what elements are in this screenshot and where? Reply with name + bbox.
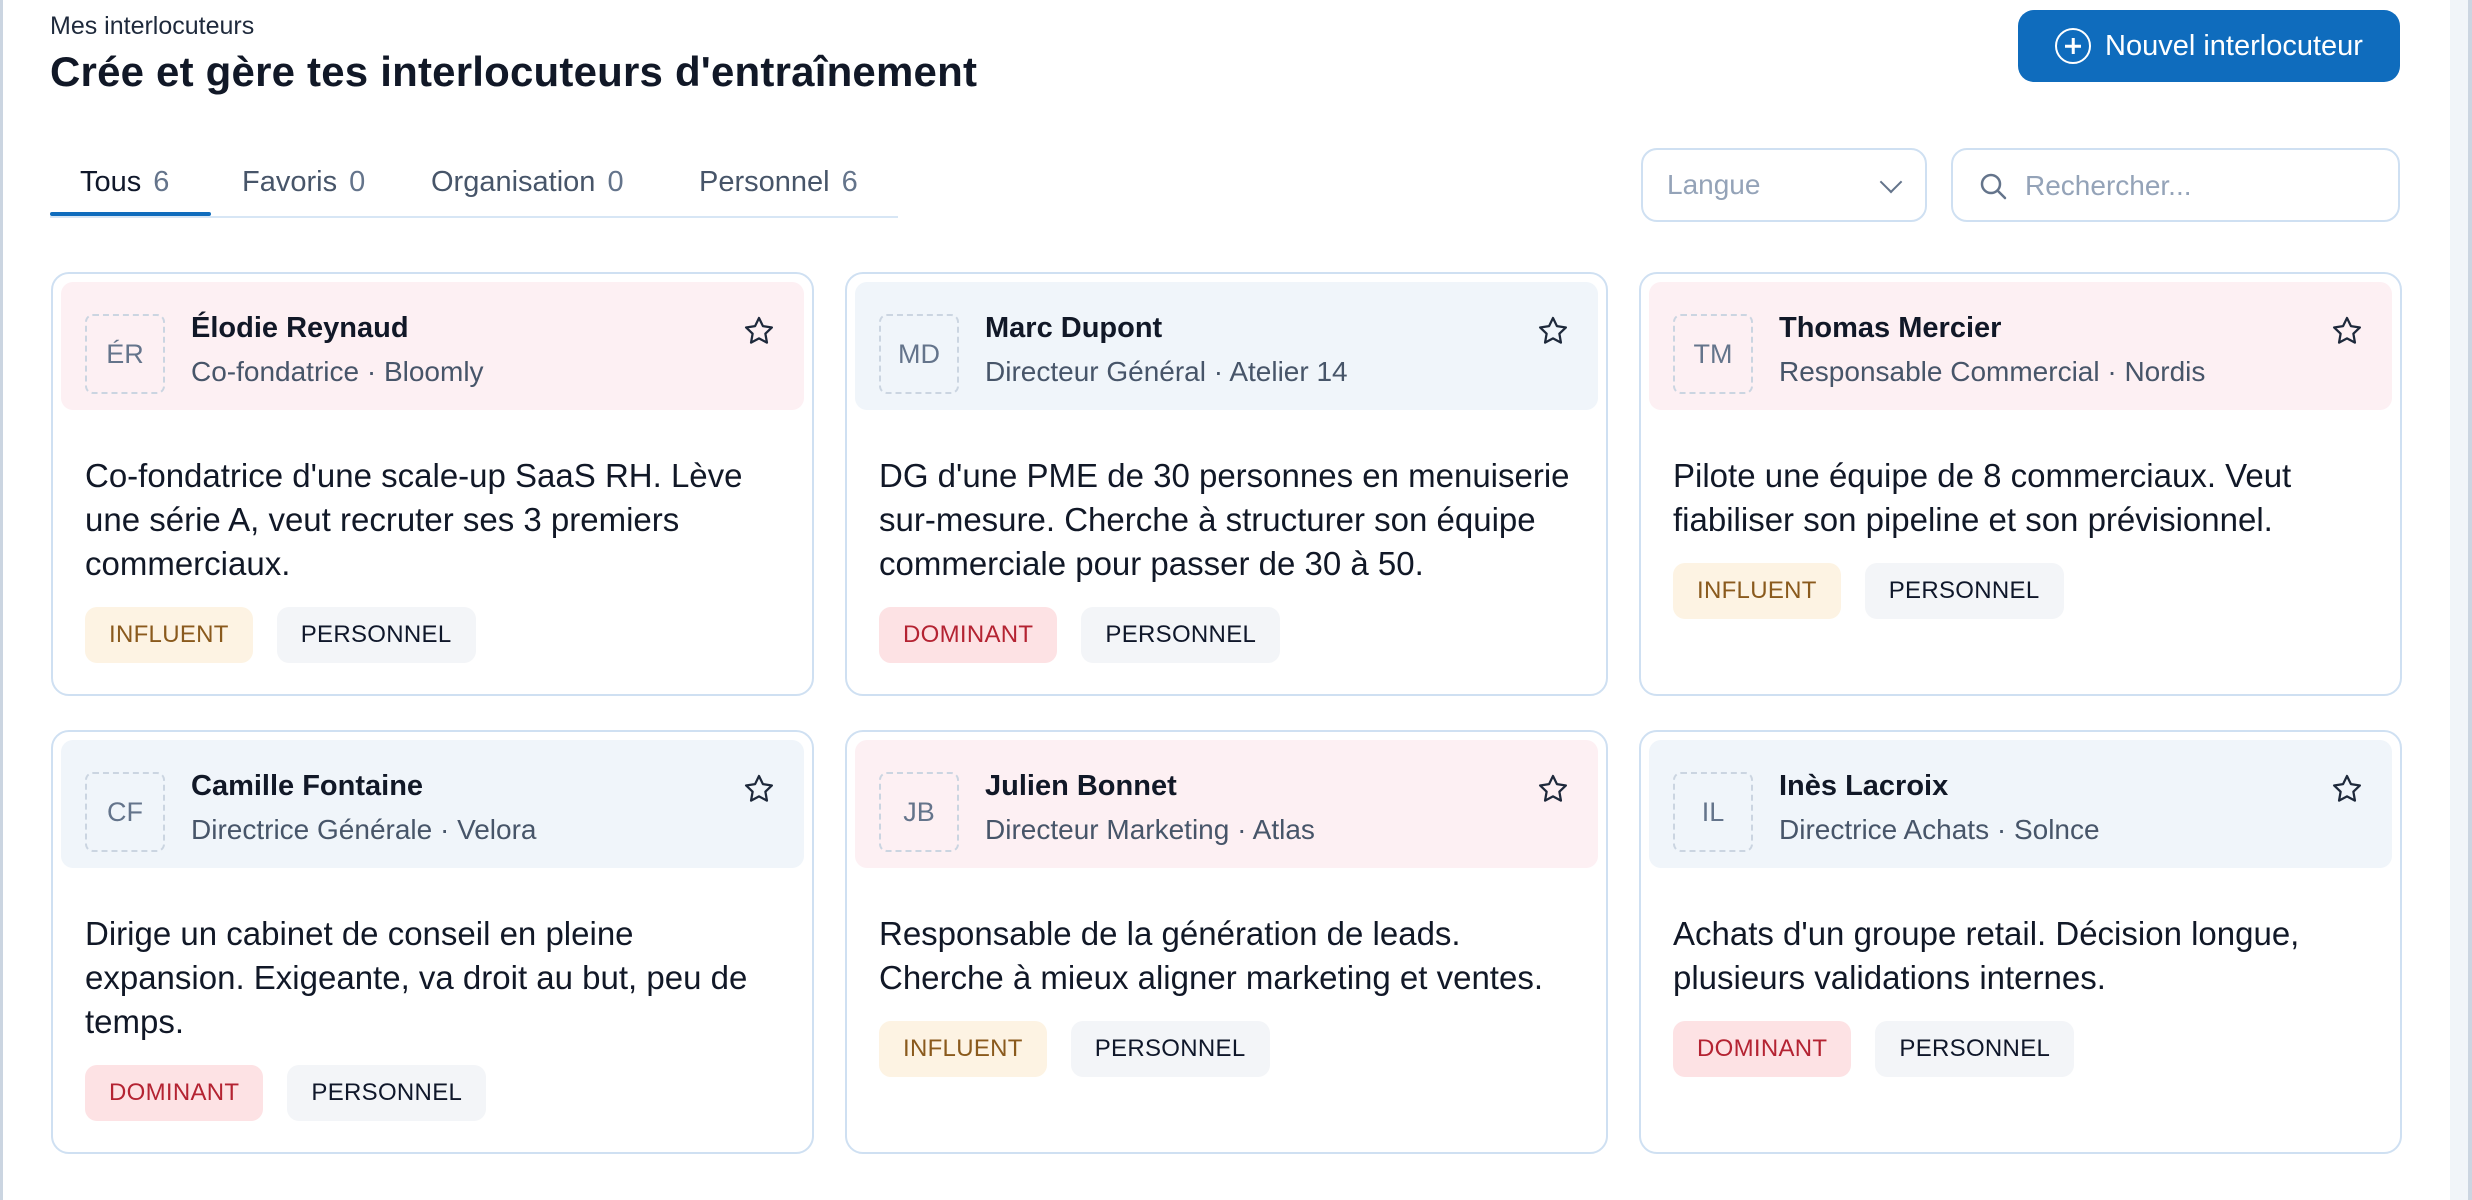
card-name: Thomas Mercier [1779,312,2002,344]
active-tab-indicator [50,212,211,216]
star-icon[interactable] [1536,772,1570,806]
card-header: CF Camille Fontaine Directrice Générale … [61,740,804,868]
tab-count: 6 [841,166,858,198]
tab-count: 0 [607,166,624,198]
card-description: Dirige un cabinet de conseil en pleine e… [85,915,748,1040]
tag-personnel: PERSONNEL [1864,563,2064,619]
tag-dominant: DOMINANT [1673,1021,1852,1077]
card-role: Directrice Générale · Velora [191,814,537,845]
interlocutor-card[interactable]: JB Julien Bonnet Directeur Marketing · A… [845,730,1608,1154]
new-interlocutor-button[interactable]: Nouvel interlocuteur [2018,10,2400,82]
avatar: TM [1673,314,1753,394]
card-tags: INFLUENT PERSONNEL [85,607,476,663]
language-select-placeholder: Langue [1667,169,1761,200]
card-role: Directrice Achats · Solnce [1779,814,2100,845]
tab-label: Tous [80,166,142,198]
tag-dominant: DOMINANT [85,1065,264,1121]
interlocutor-card[interactable]: IL Inès Lacroix Directrice Achats · Soln… [1639,730,2402,1154]
card-name: Élodie Reynaud [191,312,409,344]
card-role: Directeur Général · Atelier 14 [985,356,1348,387]
tag-influent: INFLUENT [879,1021,1047,1077]
search-box [1951,148,2400,222]
tab-label: Organisation [431,166,596,198]
card-tags: DOMINANT PERSONNEL [879,607,1281,663]
card-header: IL Inès Lacroix Directrice Achats · Soln… [1649,740,2392,868]
tag-personnel: PERSONNEL [1875,1021,2075,1077]
chevron-down-icon [1879,170,1903,194]
tab-personnel[interactable]: Personnel 6 [699,166,858,199]
window-right-border [2468,0,2472,1200]
card-header: TM Thomas Mercier Responsable Commercial… [1649,282,2392,410]
card-description: DG d'une PME de 30 personnes en menuiser… [879,457,1570,582]
card-name: Camille Fontaine [191,770,424,802]
tag-influent: INFLUENT [85,607,253,663]
card-name: Marc Dupont [985,312,1163,344]
tab-label: Personnel [699,166,830,198]
avatar: ÉR [85,314,165,394]
window-left-border [0,0,3,1200]
card-role: Co-fondatrice · Bloomly [191,356,484,387]
page-eyebrow: Mes interlocuteurs [50,12,255,40]
card-header: MD Marc Dupont Directeur Général · Ateli… [855,282,1598,410]
tab-label: Favoris [242,166,338,198]
star-icon[interactable] [2330,314,2364,348]
scrollbar-track[interactable] [2450,0,2468,1200]
tab-favoris[interactable]: Favoris 0 [242,166,365,199]
search-input[interactable] [2025,158,2385,214]
tag-personnel: PERSONNEL [287,1065,487,1121]
interlocutor-card[interactable]: MD Marc Dupont Directeur Général · Ateli… [845,272,1608,696]
tag-personnel: PERSONNEL [1081,607,1281,663]
avatar: CF [85,772,165,852]
tab-tous[interactable]: Tous 6 [80,166,169,199]
star-icon[interactable] [742,772,776,806]
tab-count: 6 [153,166,170,198]
card-description: Responsable de la génération de leads. C… [879,915,1543,996]
avatar: JB [879,772,959,852]
card-description: Pilote une équipe de 8 commerciaux. Veut… [1673,457,2292,538]
card-description: Co-fondatrice d'une scale-up SaaS RH. Lè… [85,457,743,582]
tab-count: 0 [349,166,366,198]
card-name: Julien Bonnet [985,770,1177,802]
tag-influent: INFLUENT [1673,563,1841,619]
interlocutor-card[interactable]: CF Camille Fontaine Directrice Générale … [51,730,814,1154]
interlocutor-card[interactable]: TM Thomas Mercier Responsable Commercial… [1639,272,2402,696]
new-interlocutor-label: Nouvel interlocuteur [2105,29,2363,62]
tab-organisation[interactable]: Organisation 0 [431,166,624,199]
card-header: JB Julien Bonnet Directeur Marketing · A… [855,740,1598,868]
card-header: ÉR Élodie Reynaud Co-fondatrice · Blooml… [61,282,804,410]
plus-circle-icon [2055,28,2092,64]
avatar: IL [1673,772,1753,852]
tag-personnel: PERSONNEL [1070,1021,1270,1077]
tag-dominant: DOMINANT [879,607,1058,663]
card-tags: DOMINANT PERSONNEL [85,1065,487,1121]
filter-tabs: Tous 6 Favoris 0 Organisation 0 Personnel 6 [50,150,898,218]
card-tags: INFLUENT PERSONNEL [879,1021,1270,1077]
card-role: Responsable Commercial · Nordis [1779,356,2206,387]
card-role: Directeur Marketing · Atlas [985,814,1315,845]
star-icon[interactable] [1536,314,1570,348]
star-icon[interactable] [2330,772,2364,806]
star-icon[interactable] [742,314,776,348]
card-tags: DOMINANT PERSONNEL [1673,1021,2075,1077]
tag-personnel: PERSONNEL [276,607,476,663]
interlocutor-card[interactable]: ÉR Élodie Reynaud Co-fondatrice · Blooml… [51,272,814,696]
card-tags: INFLUENT PERSONNEL [1673,563,2064,619]
card-description: Achats d'un groupe retail. Décision long… [1673,915,2300,996]
language-select[interactable]: Langue [1641,148,1927,222]
search-icon [1980,173,2007,200]
page-title: Crée et gère tes interlocuteurs d'entraî… [50,48,978,95]
card-name: Inès Lacroix [1779,770,1949,802]
avatar: MD [879,314,959,394]
